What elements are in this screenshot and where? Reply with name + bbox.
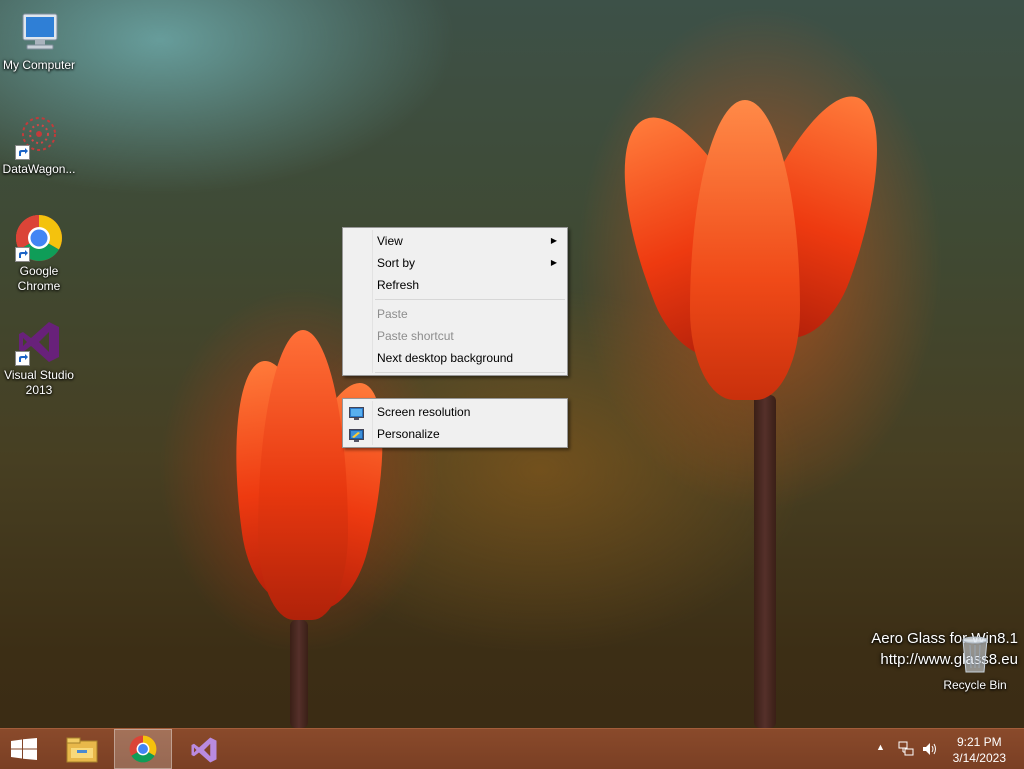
network-icon[interactable]	[898, 741, 914, 757]
shortcut-arrow-icon	[15, 247, 30, 262]
desktop-icon-label: Visual Studio 2013	[4, 368, 74, 397]
file-explorer-icon	[66, 737, 98, 763]
desktop-icon-my-computer[interactable]: My Computer	[0, 8, 78, 73]
system-tray: ▲	[874, 729, 944, 769]
submenu-arrow-icon: ▶	[550, 258, 557, 267]
taskbar: ▲ 9:21 PM 3/14/2023	[0, 728, 1024, 769]
menu-item-label: Paste	[377, 307, 408, 321]
taskbar-chrome[interactable]	[114, 729, 172, 769]
taskbar-clock[interactable]: 9:21 PM 3/14/2023	[953, 734, 1006, 766]
visual-studio-icon	[191, 737, 217, 763]
menu-item-label: Screen resolution	[377, 405, 471, 419]
display-settings-icon	[349, 405, 364, 420]
desktop-icon-google-chrome[interactable]: Google Chrome	[0, 214, 78, 294]
computer-icon	[15, 8, 63, 56]
menu-item-view[interactable]: View ▶	[343, 230, 567, 252]
menu-item-screen-resolution[interactable]: Screen resolution	[343, 401, 567, 423]
clock-date: 3/14/2023	[952, 751, 1006, 765]
chevron-up-icon[interactable]: ▲	[876, 742, 885, 752]
menu-item-label: Sort by	[377, 256, 416, 270]
menu-item-label: View	[377, 234, 403, 248]
menu-item-label: Personalize	[377, 427, 440, 441]
menu-item-sort-by[interactable]: Sort by ▶	[343, 252, 567, 274]
menu-item-label: Next desktop background	[377, 351, 514, 365]
chrome-icon	[129, 735, 157, 763]
menu-item-personalize[interactable]: Personalize	[343, 423, 567, 445]
shortcut-arrow-icon	[15, 351, 30, 366]
taskbar-file-explorer[interactable]	[54, 729, 110, 769]
desktop-icon-visual-studio[interactable]: Visual Studio 2013	[0, 318, 78, 398]
recycle-bin-icon	[955, 632, 995, 676]
menu-item-paste-shortcut[interactable]: Paste shortcut	[343, 325, 567, 347]
visual-studio-icon	[15, 318, 63, 366]
desktop-icon-label: Recycle Bin	[943, 678, 1007, 692]
desktop-context-menu: View ▶ Sort by ▶ Refresh Paste Paste sho…	[342, 227, 568, 376]
menu-item-refresh[interactable]: Refresh	[343, 274, 567, 296]
start-button[interactable]	[0, 729, 48, 769]
datawagon-icon	[15, 112, 63, 160]
desktop-icon-label: My Computer	[2, 58, 76, 72]
desktop-icon-label: DataWagon...	[2, 162, 76, 176]
menu-item-label: Paste shortcut	[377, 329, 454, 343]
volume-icon[interactable]	[922, 741, 938, 757]
menu-separator	[375, 372, 565, 373]
menu-item-next-desktop-background[interactable]: Next desktop background	[343, 347, 567, 369]
personalize-icon	[349, 427, 364, 442]
taskbar-visual-studio[interactable]	[176, 729, 232, 769]
desktop-context-menu-display: Screen resolution Personalize	[342, 398, 568, 448]
menu-item-label: Refresh	[377, 278, 420, 292]
submenu-arrow-icon: ▶	[550, 236, 557, 245]
clock-time: 9:21 PM	[956, 735, 1002, 749]
desktop-icon-datawagon[interactable]: DataWagon...	[0, 112, 78, 177]
menu-separator	[375, 299, 565, 300]
shortcut-arrow-icon	[15, 145, 30, 160]
windows-logo-icon	[11, 738, 37, 760]
desktop-icon-recycle-bin[interactable]: Recycle Bin	[936, 632, 1014, 693]
menu-item-paste[interactable]: Paste	[343, 303, 567, 325]
chrome-icon	[15, 214, 63, 262]
desktop-icon-label: Google Chrome	[17, 264, 61, 293]
